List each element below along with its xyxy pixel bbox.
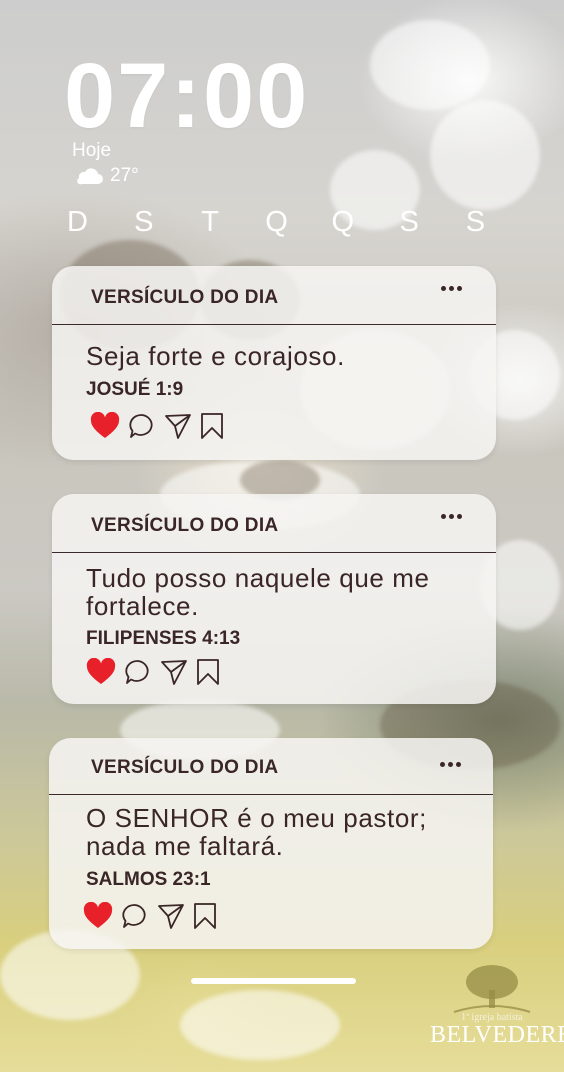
heart-icon[interactable] — [83, 902, 113, 930]
send-icon[interactable] — [157, 902, 185, 930]
verse-reference: JOSUÉ 1:9 — [86, 379, 184, 400]
date-label: Hoje — [72, 140, 112, 161]
weather-widget: 27° — [74, 165, 139, 187]
weekday-label: D — [67, 206, 89, 238]
action-bar — [86, 658, 220, 686]
tree-icon — [453, 965, 531, 1013]
send-icon[interactable] — [160, 658, 188, 686]
verse-reference: FILIPENSES 4:13 — [86, 628, 241, 649]
verse-card[interactable]: VERSÍCULO DO DIA Seja forte e corajoso. … — [52, 266, 496, 460]
bookmark-icon[interactable] — [193, 902, 217, 930]
more-options-icon[interactable] — [441, 514, 462, 519]
weekday-label: S — [134, 206, 155, 238]
card-title: VERSÍCULO DO DIA — [91, 287, 279, 308]
card-header: VERSÍCULO DO DIA — [52, 494, 496, 553]
send-icon[interactable] — [164, 412, 192, 440]
more-options-icon[interactable] — [440, 762, 461, 767]
logo-main-text: BELVEDERE — [430, 1022, 564, 1048]
church-logo: 1ª igreja batista BELVEDERE — [430, 962, 564, 1052]
verse-text: Tudo posso naquele que me fortalece. — [86, 563, 430, 621]
heart-icon[interactable] — [90, 412, 120, 440]
weekday-label: T — [201, 206, 221, 238]
weekday-label: Q — [265, 206, 289, 238]
verse-reference: SALMOS 23:1 — [86, 869, 211, 890]
home-indicator[interactable] — [191, 978, 356, 984]
heart-icon[interactable] — [86, 658, 116, 686]
action-bar — [83, 902, 217, 930]
verse-card[interactable]: VERSÍCULO DO DIA Tudo posso naquele que … — [52, 494, 496, 704]
comment-icon[interactable] — [128, 412, 156, 440]
comment-icon[interactable] — [121, 902, 149, 930]
weekday-row: D S T Q Q S S — [62, 206, 492, 239]
temperature: 27° — [110, 165, 139, 186]
card-title: VERSÍCULO DO DIA — [91, 757, 279, 778]
card-title: VERSÍCULO DO DIA — [91, 515, 279, 536]
action-bar — [90, 412, 224, 440]
cloud-icon — [77, 168, 103, 185]
weekday-label: Q — [331, 206, 356, 238]
weekday-label: S — [399, 206, 420, 238]
bookmark-icon[interactable] — [196, 658, 220, 686]
lockscreen-clock: 07:00 — [64, 45, 310, 147]
bookmark-icon[interactable] — [200, 412, 224, 440]
comment-icon[interactable] — [124, 658, 152, 686]
more-options-icon[interactable] — [441, 286, 462, 291]
card-header: VERSÍCULO DO DIA — [49, 738, 493, 795]
card-header: VERSÍCULO DO DIA — [52, 266, 496, 325]
verse-text: O SENHOR é o meu pastor; nada me faltará… — [86, 803, 427, 861]
verse-card[interactable]: VERSÍCULO DO DIA O SENHOR é o meu pastor… — [49, 738, 493, 949]
weekday-label: S — [465, 206, 487, 238]
verse-text: Seja forte e corajoso. — [86, 341, 345, 371]
